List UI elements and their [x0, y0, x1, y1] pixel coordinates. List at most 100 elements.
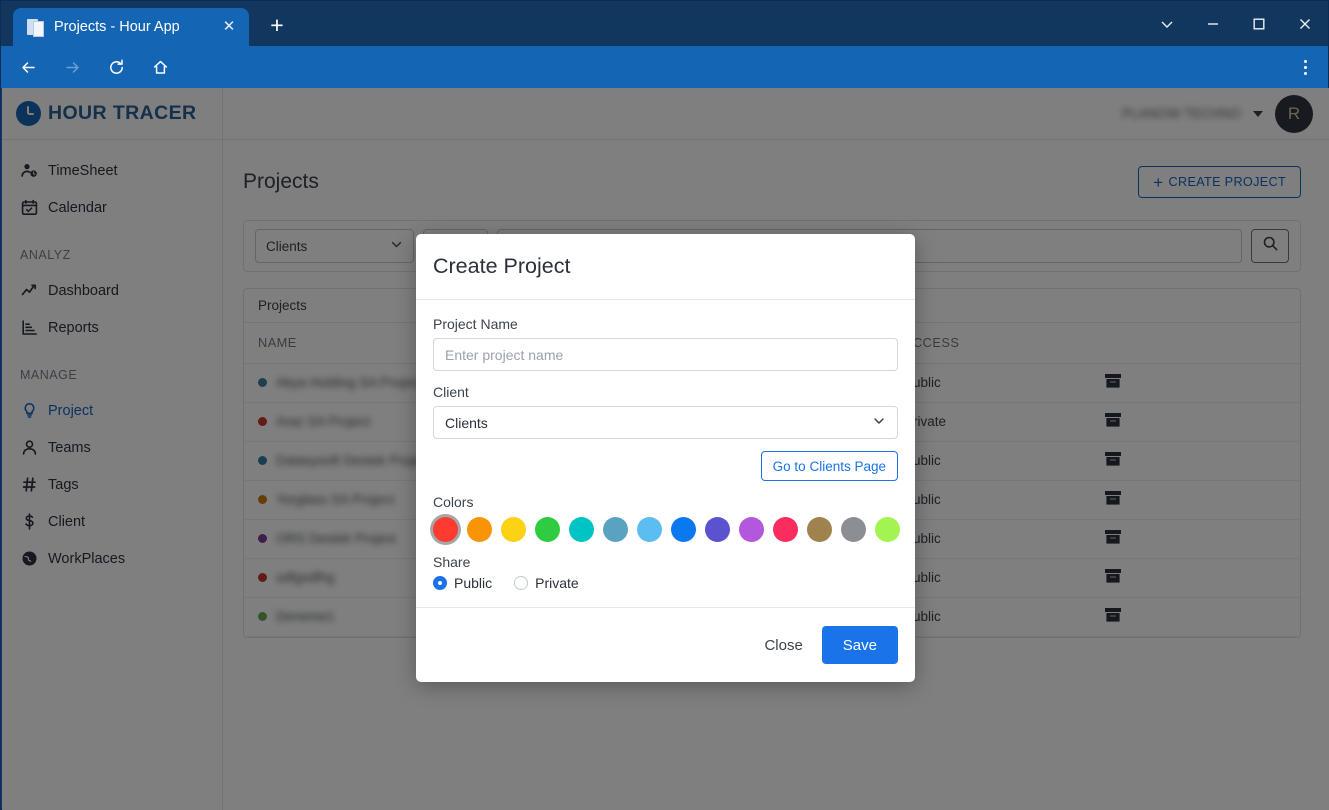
create-project-modal: Create Project Project Name Client Clien…: [416, 234, 915, 682]
search-button[interactable]: [1251, 229, 1289, 263]
maximize-icon[interactable]: [1236, 1, 1282, 46]
color-swatch-6[interactable]: [637, 517, 662, 542]
chart-line-icon: [20, 282, 39, 299]
browser-window: Projects - Hour App ✕ + HOUR TRACER PLAN…: [0, 0, 1329, 810]
clock-logo-icon: [16, 101, 41, 126]
close-button[interactable]: Close: [758, 629, 808, 662]
project-name: Araz SA Project: [276, 414, 371, 429]
sidebar-item-workplaces[interactable]: WorkPlaces: [2, 540, 222, 577]
sidebar-item-label: Calendar: [48, 199, 107, 216]
page-title-row: Projects + CREATE PROJECT: [243, 162, 1301, 202]
sidebar-item-label: Teams: [48, 439, 91, 456]
avatar[interactable]: R: [1275, 94, 1313, 133]
home-icon[interactable]: [143, 50, 177, 84]
archive-icon[interactable]: [1104, 491, 1122, 509]
color-swatch-5[interactable]: [603, 517, 628, 542]
cell-access: Public: [890, 480, 1090, 520]
go-to-clients-page-button[interactable]: Go to Clients Page: [760, 451, 898, 481]
share-radio-public[interactable]: Public: [433, 575, 492, 591]
cell-actions: [1090, 363, 1300, 403]
color-swatch-11[interactable]: [807, 517, 832, 542]
cell-actions: [1090, 402, 1300, 442]
sidebar-item-tags[interactable]: Tags: [2, 466, 222, 503]
page-viewport: HOUR TRACER PLANOW TECHNO R TimeSheet Ca…: [2, 88, 1329, 810]
field-client: Client Clients: [433, 384, 898, 439]
close-tab-icon[interactable]: ✕: [219, 17, 239, 37]
browser-tab[interactable]: Projects - Hour App ✕: [13, 8, 249, 46]
tab-title: Projects - Hour App: [54, 19, 180, 35]
chevron-down-icon[interactable]: [1253, 110, 1263, 117]
color-swatch-8[interactable]: [705, 517, 730, 542]
vertical-dots-icon[interactable]: [1294, 56, 1316, 78]
clients-filter-value: Clients: [266, 238, 308, 254]
color-swatch-3[interactable]: [535, 517, 560, 542]
sidebar-item-client[interactable]: Client: [2, 503, 222, 540]
project-name: sdfgsdfhg: [276, 570, 335, 585]
color-swatch-12[interactable]: [841, 517, 866, 542]
archive-icon[interactable]: [1104, 413, 1122, 431]
sidebar-item-label: Tags: [48, 476, 79, 493]
chevron-down-icon[interactable]: [1144, 1, 1190, 46]
share-radio-label: Public: [454, 575, 493, 591]
back-arrow-icon[interactable]: [11, 50, 45, 84]
client-select[interactable]: Clients: [433, 406, 898, 439]
sidebar-item-timesheet[interactable]: TimeSheet: [2, 152, 222, 189]
sidebar-item-calendar[interactable]: Calendar: [2, 189, 222, 226]
cell-access: Public: [890, 597, 1090, 637]
create-project-button[interactable]: + CREATE PROJECT: [1138, 166, 1301, 198]
forward-arrow-icon[interactable]: [55, 50, 89, 84]
sidebar-item-label: Dashboard: [48, 282, 119, 299]
sidebar-item-label: Reports: [48, 319, 99, 336]
sidebar-item-project[interactable]: Project: [2, 392, 222, 429]
sidebar-item-label: Client: [48, 513, 86, 530]
archive-icon[interactable]: [1104, 530, 1122, 548]
color-swatch-0[interactable]: [433, 517, 458, 542]
radio-mark: [514, 576, 529, 590]
sidebar-item-dashboard[interactable]: Dashboard: [2, 272, 222, 309]
brand-name: HOUR TRACER: [48, 102, 197, 124]
archive-icon[interactable]: [1104, 452, 1122, 470]
color-swatch-4[interactable]: [569, 517, 594, 542]
create-project-label: CREATE PROJECT: [1168, 175, 1286, 189]
color-swatch-10[interactable]: [773, 517, 798, 542]
sidebar-item-reports[interactable]: Reports: [2, 309, 222, 346]
document-icon: [27, 18, 44, 37]
new-tab-button[interactable]: +: [263, 12, 291, 40]
cell-access: Public: [890, 558, 1090, 598]
color-swatch-list: [433, 517, 900, 542]
reload-icon[interactable]: [99, 50, 133, 84]
column-header-actions: [1090, 323, 1300, 364]
archive-icon[interactable]: [1104, 374, 1122, 392]
calendar-icon: [20, 199, 39, 216]
close-icon[interactable]: [1282, 1, 1328, 46]
share-radio-private[interactable]: Private: [514, 575, 579, 591]
clients-filter-select[interactable]: Clients: [255, 229, 414, 263]
browser-titlebar: Projects - Hour App ✕ +: [1, 1, 1328, 46]
lightbulb-icon: [20, 402, 39, 419]
color-swatch-9[interactable]: [739, 517, 764, 542]
sidebar-item-teams[interactable]: Teams: [2, 429, 222, 466]
color-swatch-13[interactable]: [875, 517, 900, 542]
color-swatch-2[interactable]: [501, 517, 526, 542]
cell-actions: [1090, 558, 1300, 598]
go-to-clients-row: Go to Clients Page: [433, 451, 898, 481]
user-icon: [20, 439, 39, 456]
project-name-input[interactable]: [433, 338, 898, 371]
hash-icon: [20, 476, 39, 493]
project-color-dot: [258, 534, 267, 543]
archive-icon[interactable]: [1104, 608, 1122, 626]
color-swatch-1[interactable]: [467, 517, 492, 542]
plus-icon: +: [1153, 172, 1164, 192]
client-select-value: Clients: [445, 414, 488, 431]
cell-access: Private: [890, 402, 1090, 442]
color-swatch-7[interactable]: [671, 517, 696, 542]
organization-name: PLANOW TECHNO: [1121, 106, 1241, 121]
save-button[interactable]: Save: [821, 626, 898, 664]
archive-icon[interactable]: [1104, 569, 1122, 587]
project-color-dot: [258, 495, 267, 504]
sidebar-item-label: TimeSheet: [48, 162, 118, 179]
minimize-icon[interactable]: [1190, 1, 1236, 46]
brand: HOUR TRACER: [2, 88, 223, 140]
chevron-down-icon: [872, 414, 886, 431]
project-name: Yorglass SA Project: [276, 492, 395, 507]
